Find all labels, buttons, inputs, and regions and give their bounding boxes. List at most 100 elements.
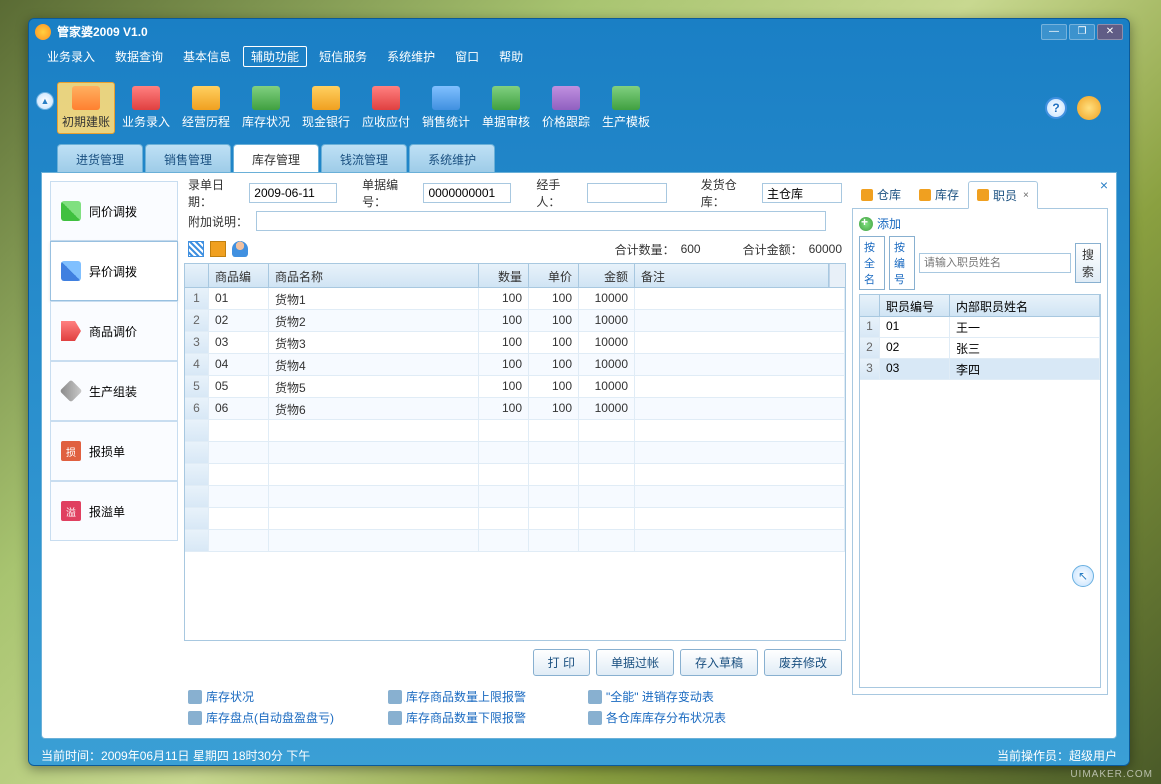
tool-业务录入[interactable]: 业务录入 (117, 82, 175, 134)
main-tab-销售管理[interactable]: 销售管理 (145, 144, 231, 172)
tool-价格跟踪[interactable]: 价格跟踪 (537, 82, 595, 134)
col-note[interactable]: 备注 (635, 264, 829, 287)
tool-生产模板[interactable]: 生产模板 (597, 82, 655, 134)
tool-经营历程[interactable]: 经营历程 (177, 82, 235, 134)
discard-button[interactable]: 废弃修改 (764, 649, 842, 676)
draft-button[interactable]: 存入草稿 (680, 649, 758, 676)
menu-帮助[interactable]: 帮助 (491, 46, 531, 67)
toolbar: 初期建账业务录入经营历程库存状况现金银行应收应付销售统计单据审核价格跟踪生产模板… (57, 78, 1101, 138)
side-item-同价调拨[interactable]: 同价调拨 (50, 181, 178, 241)
help-icon[interactable]: ? (1045, 97, 1067, 119)
table-row[interactable]: 505货物510010010000 (185, 376, 845, 398)
minimize-button[interactable]: — (1041, 24, 1067, 40)
menu-数据查询[interactable]: 数据查询 (107, 46, 171, 67)
menu-窗口[interactable]: 窗口 (447, 46, 487, 67)
person-input[interactable] (587, 183, 667, 203)
table-row[interactable]: 101货物110010010000 (185, 288, 845, 310)
tool-现金银行[interactable]: 现金银行 (297, 82, 355, 134)
emp-col-name[interactable]: 内部职员姓名 (950, 295, 1100, 316)
close-button[interactable]: ✕ (1097, 24, 1123, 40)
main-tab-进货管理[interactable]: 进货管理 (57, 144, 143, 172)
related-link[interactable]: 库存状况 (188, 688, 378, 705)
tab-close-icon[interactable]: × (1023, 190, 1029, 201)
tool-应收应付[interactable]: 应收应付 (357, 82, 415, 134)
filter-code-button[interactable]: 按编号 (889, 236, 915, 290)
col-amt[interactable]: 金额 (579, 264, 635, 287)
emp-col-rownum[interactable] (860, 295, 880, 316)
tool-初期建账[interactable]: 初期建账 (57, 82, 115, 134)
menu-短信服务[interactable]: 短信服务 (311, 46, 375, 67)
tool-icon (492, 86, 520, 110)
tool-销售统计[interactable]: 销售统计 (417, 82, 475, 134)
right-panel-close-icon[interactable]: × (1100, 177, 1108, 193)
table-row[interactable] (185, 420, 845, 442)
link-icon (188, 690, 202, 704)
table-row[interactable] (185, 464, 845, 486)
green-arrows-icon (61, 201, 81, 221)
tool-icon (612, 86, 640, 110)
side-item-报溢单[interactable]: 溢报溢单 (50, 481, 178, 541)
side-item-报损单[interactable]: 损报损单 (50, 421, 178, 481)
table-row[interactable] (185, 486, 845, 508)
grid-body[interactable]: 101货物110010010000202货物210010010000303货物3… (185, 288, 845, 640)
related-link[interactable]: "全能" 进销存变动表 (588, 688, 778, 705)
data-grid: 商品编号 商品名称 数量 单价 金额 备注 101货物1100100100002… (184, 263, 846, 641)
employee-search-input[interactable] (919, 253, 1071, 273)
right-tab-库存[interactable]: 库存 (910, 181, 968, 208)
table-row[interactable]: 404货物410010010000 (185, 354, 845, 376)
related-link[interactable]: 各仓库库存分布状况表 (588, 709, 778, 726)
menu-业务录入[interactable]: 业务录入 (39, 46, 103, 67)
main-tab-钱流管理[interactable]: 钱流管理 (321, 144, 407, 172)
table-row[interactable] (185, 442, 845, 464)
col-name[interactable]: 商品名称 (269, 264, 479, 287)
table-row[interactable]: 606货物610010010000 (185, 398, 845, 420)
menu-辅助功能[interactable]: 辅助功能 (243, 46, 307, 67)
tool-库存状况[interactable]: 库存状况 (237, 82, 295, 134)
print-button[interactable]: 打 印 (533, 649, 590, 676)
docno-input[interactable] (423, 183, 511, 203)
col-rownum[interactable] (185, 264, 209, 287)
right-tab-职员[interactable]: 职员× (968, 181, 1038, 209)
side-item-异价调拨[interactable]: 异价调拨 (50, 241, 178, 301)
related-link[interactable]: 库存商品数量下限报警 (388, 709, 578, 726)
filter-fullname-button[interactable]: 按全名 (859, 236, 885, 290)
employee-row[interactable]: 202张三 (860, 338, 1100, 359)
employee-row[interactable]: 101王一 (860, 317, 1100, 338)
grid-vscroll[interactable] (829, 264, 845, 287)
main-tab-系统维护[interactable]: 系统维护 (409, 144, 495, 172)
tool-单据审核[interactable]: 单据审核 (477, 82, 535, 134)
table-row[interactable]: 202货物210010010000 (185, 310, 845, 332)
table-row[interactable]: 303货物310010010000 (185, 332, 845, 354)
related-link[interactable]: 库存商品数量上限报警 (388, 688, 578, 705)
col-qty[interactable]: 数量 (479, 264, 529, 287)
main-tab-库存管理[interactable]: 库存管理 (233, 144, 319, 172)
menu-系统维护[interactable]: 系统维护 (379, 46, 443, 67)
side-item-商品调价[interactable]: 商品调价 (50, 301, 178, 361)
warehouse-input[interactable] (762, 183, 842, 203)
emp-col-code[interactable]: 职员编号 (880, 295, 950, 316)
title-bar[interactable]: 管家婆2009 V1.0 — ❐ ✕ (29, 19, 1129, 44)
grid-icon[interactable] (188, 241, 204, 257)
related-link[interactable]: 库存盘点(自动盘盈盘亏) (188, 709, 378, 726)
side-item-生产组装[interactable]: 生产组装 (50, 361, 178, 421)
employee-row[interactable]: 303李四 (860, 359, 1100, 380)
menu-基本信息[interactable]: 基本信息 (175, 46, 239, 67)
maximize-button[interactable]: ❐ (1069, 24, 1095, 40)
date-input[interactable] (249, 183, 337, 203)
scroll-hint-icon[interactable]: ↖ (1072, 565, 1094, 587)
col-code[interactable]: 商品编号 (209, 264, 269, 287)
side-menu: 同价调拨异价调拨商品调价生产组装损报损单溢报溢单 (50, 181, 178, 730)
col-price[interactable]: 单价 (529, 264, 579, 287)
add-button[interactable]: 添加 (859, 215, 1101, 232)
desc-input[interactable] (256, 211, 826, 231)
table-row[interactable] (185, 530, 845, 552)
search-button[interactable]: 搜索 (1075, 243, 1101, 283)
add-label: 添加 (877, 215, 901, 232)
gold-icon[interactable] (1077, 96, 1101, 120)
table-row[interactable] (185, 508, 845, 530)
person-icon[interactable] (232, 241, 248, 257)
collapse-toggle-icon[interactable]: ▲ (36, 92, 54, 110)
building-icon[interactable] (210, 241, 226, 257)
right-tab-仓库[interactable]: 仓库 (852, 181, 910, 208)
post-button[interactable]: 单据过帐 (596, 649, 674, 676)
